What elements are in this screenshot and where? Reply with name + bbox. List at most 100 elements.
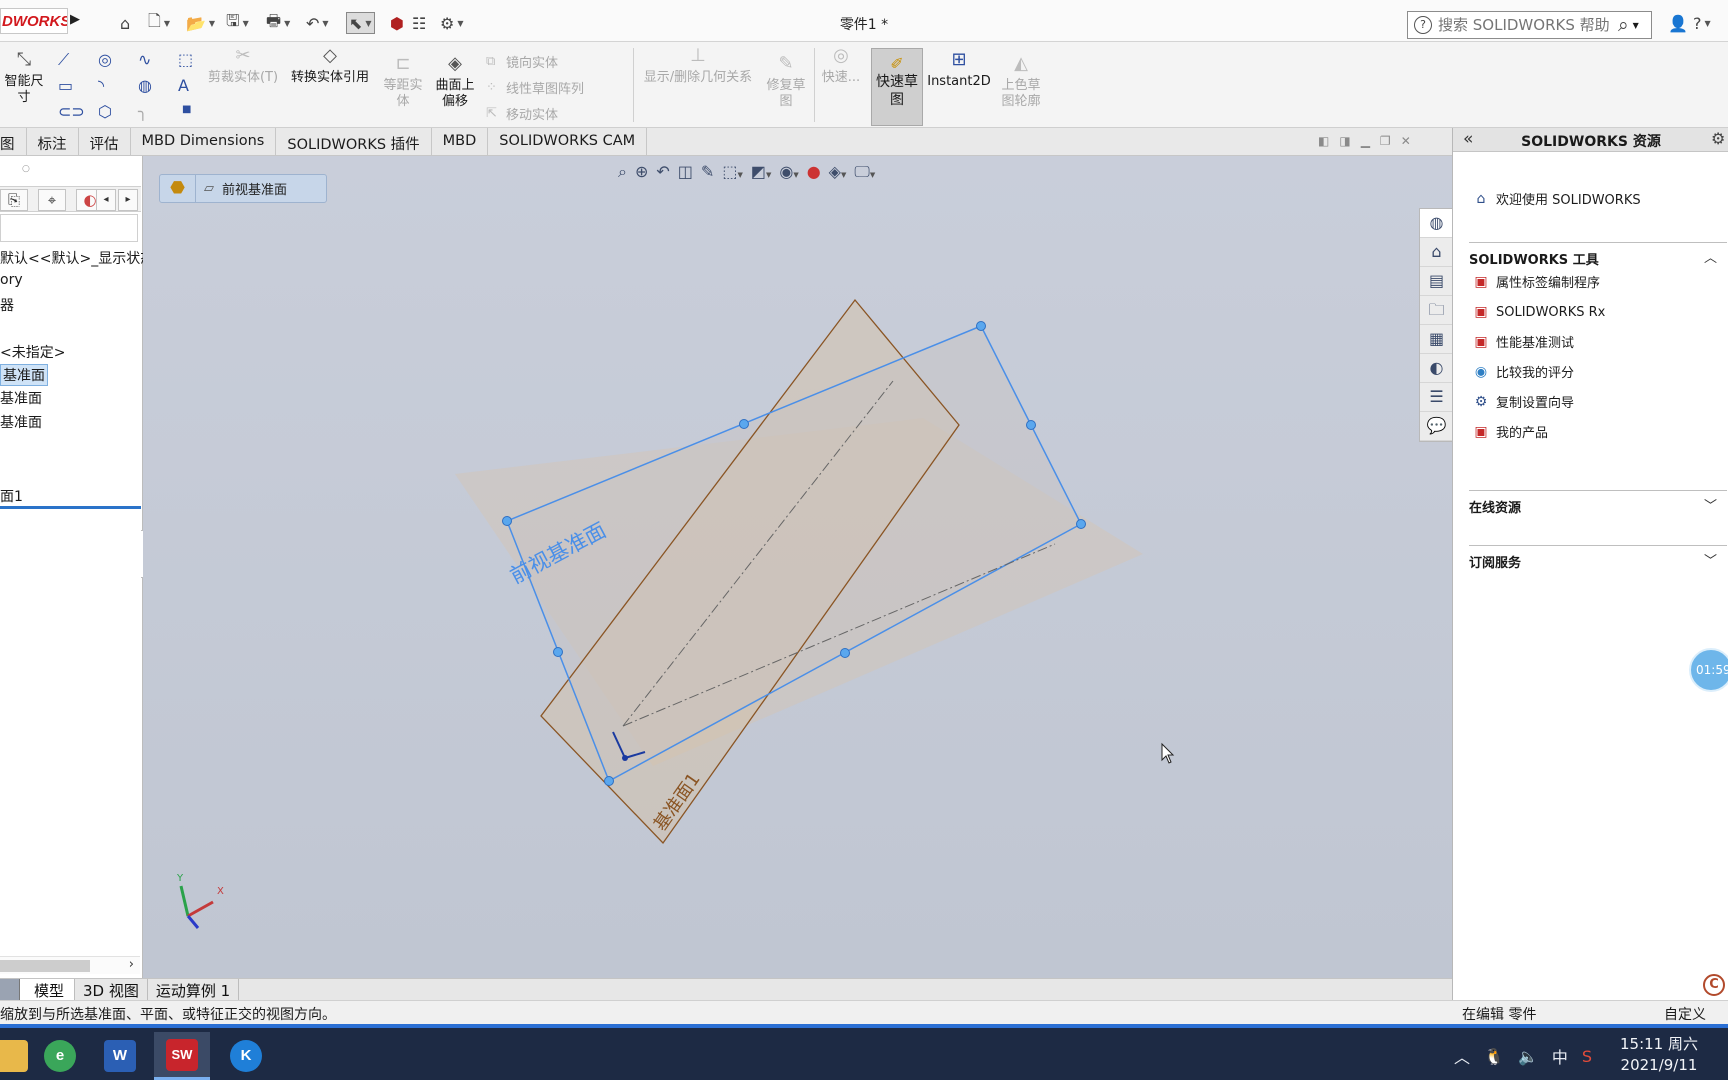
ellipse-icon[interactable]: ◍ bbox=[138, 76, 152, 95]
tool-link-benchmark[interactable]: ▣ 性能基准测试 bbox=[1471, 332, 1574, 352]
tab-sketch[interactable]: 图 bbox=[0, 128, 27, 155]
help-search-input[interactable] bbox=[1438, 16, 1614, 34]
tab-model[interactable]: 模型 bbox=[20, 979, 76, 1000]
minimize-icon[interactable]: ▁ bbox=[1361, 134, 1370, 148]
system-clock[interactable]: 15:11 周六 2021/9/11 bbox=[1620, 1034, 1698, 1076]
smart-dimension-button[interactable]: ⤡ 智能尺寸 bbox=[0, 51, 48, 106]
forum-tab-icon[interactable]: 💬 bbox=[1420, 412, 1452, 441]
tree-item-front-plane[interactable]: 基准面 bbox=[0, 364, 48, 386]
close-icon[interactable]: ✕ bbox=[1401, 134, 1411, 148]
slot-icon[interactable]: ⊂⊃ bbox=[58, 102, 85, 121]
text-icon[interactable]: A bbox=[178, 76, 189, 95]
collapse-section-icon[interactable]: ︿ bbox=[1704, 247, 1717, 266]
welcome-link[interactable]: ⌂ 欢迎使用 SOLIDWORKS bbox=[1471, 189, 1641, 209]
tile-right-icon[interactable]: ◨ bbox=[1339, 134, 1350, 148]
mirror-entities-button[interactable]: ⧉ 镜向实体 bbox=[486, 52, 558, 71]
recording-timer-badge[interactable]: 01:59 bbox=[1689, 648, 1728, 692]
view-settings-icon[interactable]: 🖵▼ bbox=[854, 162, 875, 182]
zoom-to-fit-icon[interactable]: ⌕ bbox=[618, 162, 627, 182]
convert-entities-button[interactable]: ◇ 转换实体引用 bbox=[286, 47, 374, 86]
tree-item-plane1[interactable]: 面1 bbox=[0, 486, 23, 506]
home-tab-icon[interactable]: ⌂ bbox=[1420, 238, 1452, 267]
linear-sketch-pattern-button[interactable]: ⁘ 线性草图阵列 bbox=[486, 78, 584, 97]
subscription-section-header[interactable]: 订阅服务 ﹀ bbox=[1469, 545, 1727, 571]
spline-icon[interactable]: ∿ bbox=[138, 50, 151, 69]
ime-indicator[interactable]: 中 bbox=[1552, 1044, 1568, 1068]
tool-link-copy-settings[interactable]: ⚙ 复制设置向导 bbox=[1471, 392, 1574, 412]
section-view-icon[interactable]: ◫ bbox=[678, 162, 693, 182]
tree-item-material[interactable]: <未指定> bbox=[0, 342, 65, 362]
tools-section-header[interactable]: SOLIDWORKS 工具 ︿ bbox=[1469, 242, 1727, 268]
property-manager-tab-icon[interactable]: ⎘ bbox=[0, 189, 28, 211]
tab-motion-study-1[interactable]: 运动算例 1 bbox=[148, 979, 240, 1000]
design-library-tab-icon[interactable]: ▤ bbox=[1420, 267, 1452, 296]
line-icon[interactable]: ⟋ bbox=[58, 50, 69, 70]
taskbar-k-app[interactable]: K bbox=[218, 1032, 274, 1080]
polygon-icon[interactable]: ⬡ bbox=[98, 102, 112, 121]
tool-link-solidworks-rx[interactable]: ▣ SOLIDWORKS Rx bbox=[1471, 303, 1605, 321]
custom-properties-tab-icon[interactable]: ☰ bbox=[1420, 383, 1452, 412]
tab-mbd[interactable]: MBD bbox=[432, 128, 489, 155]
file-explorer-tab-icon[interactable]: 🗀 bbox=[1420, 296, 1452, 325]
tabs-scroll-left-icon[interactable]: ◂ bbox=[96, 189, 116, 211]
construction-geometry-icon[interactable]: ⬚ bbox=[178, 50, 193, 69]
tab-3d-views[interactable]: 3D 视图 bbox=[75, 979, 148, 1000]
tab-scroll-icon[interactable] bbox=[0, 979, 20, 1000]
previous-view-icon[interactable]: ↶ bbox=[656, 162, 669, 182]
solidworks-resources-tab-icon[interactable]: ◍ bbox=[1420, 209, 1452, 238]
tab-evaluate[interactable]: 评估 bbox=[79, 128, 131, 155]
graphics-area[interactable]: 前视基准面 基准面1 Y X ⬣ ▱ 前视基准面 ⌕ ⊕ ↶ ◫ ✎ ⬚▼ ◩▼… bbox=[143, 156, 1452, 978]
pane-options-gear-icon[interactable]: ⚙ bbox=[1711, 129, 1725, 148]
point-icon[interactable]: ■ bbox=[182, 104, 191, 115]
expand-section-icon[interactable]: ﹀ bbox=[1704, 550, 1717, 569]
apply-scene-icon[interactable]: ◈▼ bbox=[829, 162, 847, 182]
display-delete-relations-button[interactable]: ⊥ 显示/删除几何关系 bbox=[638, 47, 758, 86]
volume-icon[interactable]: 🔈 bbox=[1518, 1047, 1538, 1066]
view-palette-tab-icon[interactable]: ▦ bbox=[1420, 325, 1452, 354]
search-dropdown-icon[interactable]: ▼ bbox=[1633, 21, 1639, 30]
rollback-bar[interactable] bbox=[0, 506, 141, 509]
help-search-box[interactable]: ? ⌕ ▼ bbox=[1407, 11, 1652, 39]
offset-on-surface-button[interactable]: ◈ 曲面上 偏移 bbox=[430, 55, 480, 110]
online-resources-section-header[interactable]: 在线资源 ﹀ bbox=[1469, 490, 1727, 516]
horizontal-scrollbar[interactable]: › bbox=[0, 956, 140, 974]
help-menu-button[interactable]: ? ▼ bbox=[1693, 12, 1711, 34]
tray-expand-icon[interactable]: ︿ bbox=[1454, 1044, 1470, 1068]
circle-icon[interactable]: ◎ bbox=[98, 50, 112, 69]
taskbar-word[interactable]: W bbox=[92, 1032, 148, 1080]
dynamic-annotation-icon[interactable]: ✎ bbox=[701, 162, 714, 182]
scroll-right-icon[interactable]: › bbox=[129, 957, 134, 972]
tab-mbd-dimensions[interactable]: MBD Dimensions bbox=[131, 128, 277, 155]
rapid-sketch-button[interactable]: ✐ 快速草 图 bbox=[871, 48, 923, 126]
tool-link-my-products[interactable]: ▣ 我的产品 bbox=[1471, 422, 1548, 442]
expand-section-icon[interactable]: ﹀ bbox=[1704, 495, 1717, 514]
qq-icon[interactable]: 🐧 bbox=[1484, 1047, 1504, 1066]
scrollbar-thumb[interactable] bbox=[0, 960, 90, 972]
fillet-icon[interactable]: ╮ bbox=[138, 102, 148, 121]
taskbar-solidworks[interactable]: SW bbox=[154, 1032, 210, 1080]
tab-solidworks-addins[interactable]: SOLIDWORKS 插件 bbox=[276, 128, 432, 155]
display-style-icon[interactable]: ◩▼ bbox=[751, 162, 772, 182]
zoom-to-area-icon[interactable]: ⊕ bbox=[635, 162, 648, 182]
quick-snaps-button[interactable]: ◎ 快速... bbox=[818, 47, 864, 86]
hide-show-items-icon[interactable]: ◉▼ bbox=[779, 162, 798, 182]
taskbar-browser[interactable]: e bbox=[32, 1032, 88, 1080]
tile-left-icon[interactable]: ◧ bbox=[1318, 134, 1329, 148]
tree-item-sensors[interactable]: 器 bbox=[0, 295, 14, 315]
tool-link-compare-score[interactable]: ◉ 比较我的评分 bbox=[1471, 362, 1574, 382]
tree-item-display-state[interactable]: 默认<<默认>_显示状态 bbox=[0, 248, 154, 268]
corner-c-badge[interactable]: C bbox=[1703, 974, 1725, 996]
view-orientation-icon[interactable]: ⬚▼ bbox=[722, 162, 743, 182]
arc-icon[interactable]: ◝ bbox=[98, 76, 104, 95]
feature-tree-filter[interactable] bbox=[0, 214, 138, 242]
trim-entities-button[interactable]: ✂ 剪裁实体(T) bbox=[206, 47, 280, 86]
search-icon[interactable]: ⌕ bbox=[1618, 14, 1629, 36]
tree-item-right-plane[interactable]: 基准面 bbox=[0, 412, 42, 432]
edit-appearance-icon[interactable]: ● bbox=[807, 162, 821, 182]
offset-entities-button[interactable]: ⊏ 等距实 体 bbox=[378, 55, 428, 110]
sogou-input-icon[interactable]: S bbox=[1582, 1047, 1592, 1066]
restore-icon[interactable]: ❐ bbox=[1380, 134, 1391, 148]
tool-link-property-tab-builder[interactable]: ▣ 属性标签编制程序 bbox=[1471, 272, 1600, 292]
tab-markup[interactable]: 标注 bbox=[27, 128, 79, 155]
move-entities-button[interactable]: ⇱ 移动实体 bbox=[486, 104, 558, 123]
